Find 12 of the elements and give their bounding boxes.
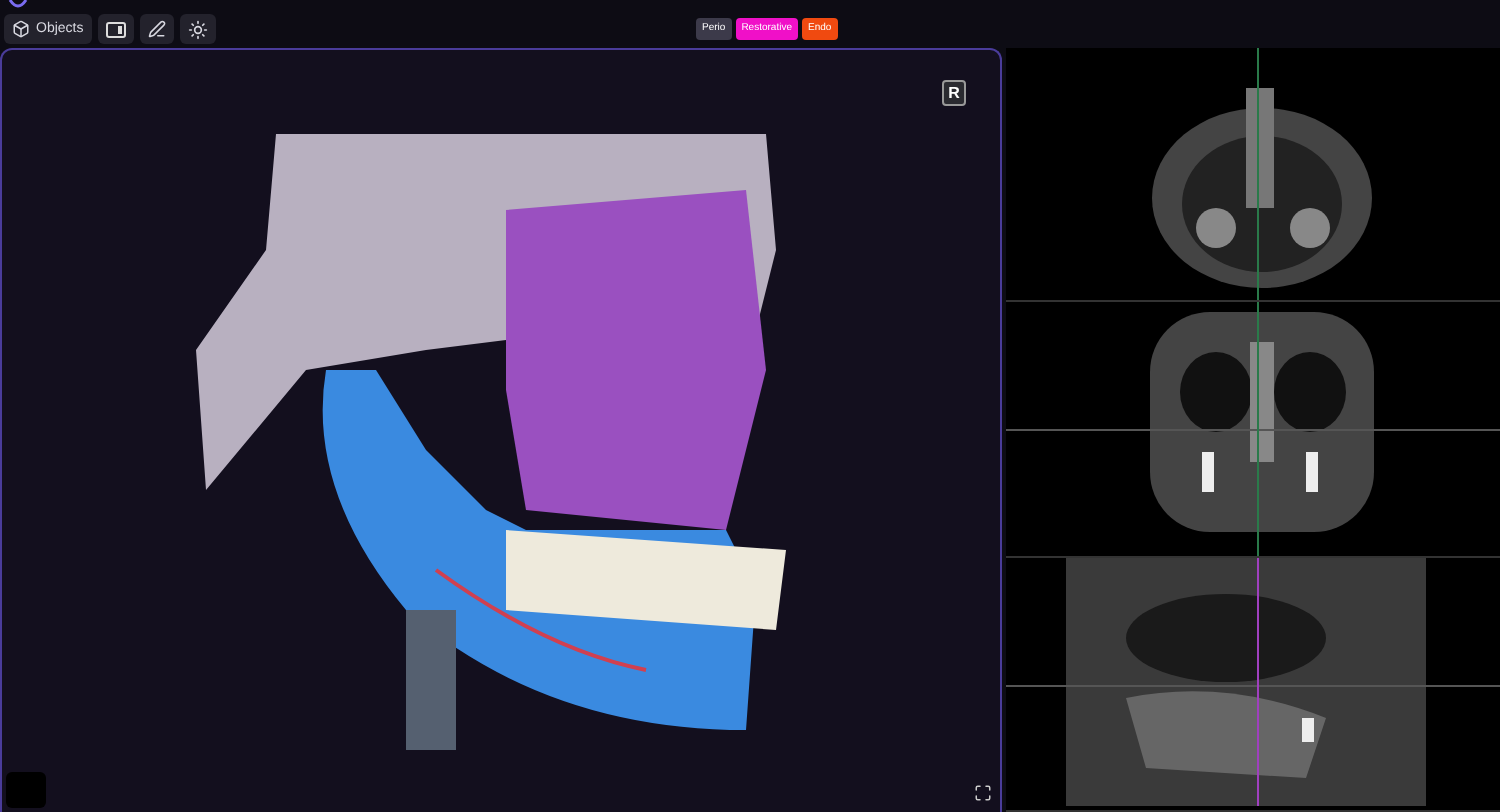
brightness-button[interactable] (179, 14, 216, 45)
cube-icon (12, 20, 30, 39)
orientation-badge[interactable]: R (942, 80, 966, 106)
panel-toggle-button[interactable] (97, 14, 134, 45)
logo-icon[interactable] (8, 0, 28, 10)
measure-button[interactable] (139, 14, 174, 45)
fullscreen-button[interactable] (974, 784, 992, 802)
thumbnail-placeholder[interactable] (6, 772, 46, 808)
panel-icon (105, 21, 126, 38)
fullscreen-icon (974, 784, 992, 802)
pencil-icon (147, 20, 166, 39)
sun-icon (187, 19, 208, 40)
